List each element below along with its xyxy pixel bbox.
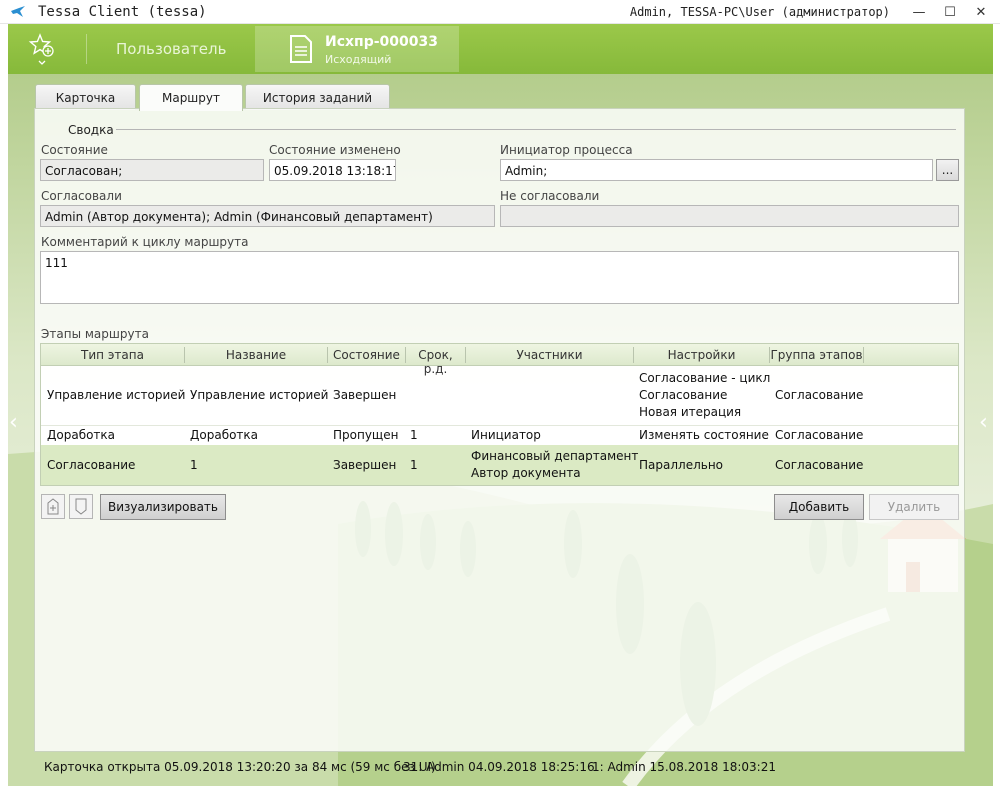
maximize-button[interactable]: ☐ xyxy=(935,0,965,24)
column-header-type[interactable]: Тип этапа xyxy=(41,348,184,362)
approved-field: Admin (Автор документа); Admin (Финансов… xyxy=(40,205,495,227)
cell-term: 1 xyxy=(410,458,418,472)
summary-section-title: Сводка xyxy=(68,123,114,137)
cell-participants: Финансовый департамент xyxy=(471,449,639,463)
document-icon xyxy=(290,35,312,63)
minimize-button[interactable]: — xyxy=(904,0,934,24)
stages-grid-header: Тип этапа Название Состояние Срок, р.д. … xyxy=(41,344,958,376)
not-approved-label: Не согласовали xyxy=(500,189,600,203)
cell-participants: Инициатор xyxy=(471,428,541,442)
document-tab[interactable]: Исхпр-000033 Исходящий xyxy=(255,26,459,72)
header-separator xyxy=(86,34,87,64)
cell-type: Согласование xyxy=(47,458,136,472)
favorites-button[interactable] xyxy=(28,32,58,68)
comment-textarea[interactable]: 111 xyxy=(40,251,959,304)
cell-settings: Изменять состояние xyxy=(639,428,769,442)
stages-grid: Тип этапа Название Состояние Срок, р.д. … xyxy=(40,343,959,486)
initiator-browse-button[interactable]: ... xyxy=(936,159,959,181)
cell-state: Завершен xyxy=(333,388,397,402)
tab-task-history[interactable]: История заданий xyxy=(245,84,390,110)
cell-name: 1 xyxy=(190,458,198,472)
table-row[interactable]: Согласование 1 Завершен 1 Финансовый деп… xyxy=(41,445,958,485)
summary-divider xyxy=(116,129,956,130)
cell-name: Управление историей xyxy=(190,388,329,402)
move-up-button[interactable] xyxy=(41,494,65,519)
cell-type: Управление историей xyxy=(47,388,186,402)
cell-settings: Новая итерация xyxy=(639,405,742,419)
tab-route[interactable]: Маршрут xyxy=(139,84,243,111)
initiator-label: Инициатор процесса xyxy=(500,143,633,157)
document-type: Исходящий xyxy=(325,53,392,66)
cell-group: Согласование xyxy=(775,428,864,442)
delete-button[interactable]: Удалить xyxy=(869,494,959,520)
status-bar: Карточка открыта 05.09.2018 13:20:20 за … xyxy=(35,755,965,779)
column-header-name[interactable]: Название xyxy=(185,348,327,362)
approved-label: Согласовали xyxy=(41,189,122,203)
initiator-field[interactable]: Admin; xyxy=(500,159,933,181)
cell-settings: Параллельно xyxy=(639,458,723,472)
state-field: Согласован; xyxy=(40,159,264,181)
cell-term: 1 xyxy=(410,428,418,442)
right-panel-arrow-icon[interactable]: ‹ xyxy=(979,410,988,435)
close-button[interactable]: ✕ xyxy=(966,0,996,24)
app-header: Пользователь Исхпр-000033 Исходящий xyxy=(8,24,993,74)
user-tab[interactable]: Пользователь xyxy=(116,40,226,58)
column-header-group[interactable]: Группа этапов xyxy=(770,348,863,362)
cell-group: Согласование xyxy=(775,458,864,472)
cell-settings: Согласование xyxy=(639,388,728,402)
move-down-icon xyxy=(75,498,87,515)
document-number: Исхпр-000033 xyxy=(325,34,438,50)
state-changed-field: 05.09.2018 13:18:17 xyxy=(269,159,396,181)
column-header-participants[interactable]: Участники xyxy=(466,348,633,362)
current-user: Admin, TESSA-PC\User (администратор) xyxy=(629,5,890,19)
visualize-button[interactable]: Визуализировать xyxy=(100,494,226,520)
add-button[interactable]: Добавить xyxy=(774,494,864,520)
move-down-button[interactable] xyxy=(69,494,93,519)
table-row[interactable]: Доработка Доработка Пропущен 1 Инициатор… xyxy=(41,425,958,445)
state-label: Состояние xyxy=(41,143,108,157)
version-status-1: 31: Admin 04.09.2018 18:25:16 xyxy=(403,760,595,774)
card-opened-status: Карточка открыта 05.09.2018 13:20:20 за … xyxy=(44,760,436,774)
table-row[interactable]: Управление историей Управление историей … xyxy=(41,367,958,425)
cell-state: Пропущен xyxy=(333,428,399,442)
cell-group: Согласование xyxy=(775,388,864,402)
cell-name: Доработка xyxy=(190,428,259,442)
cell-state: Завершен xyxy=(333,458,397,472)
left-panel-arrow-icon[interactable]: ‹ xyxy=(9,410,18,435)
column-header-state[interactable]: Состояние xyxy=(328,348,405,362)
state-changed-label: Состояние изменено xyxy=(269,143,401,157)
window-title: Tessa Client (tessa) xyxy=(38,4,207,20)
cell-participants: Автор документа xyxy=(471,466,581,480)
version-status-2: 1: Admin 15.08.2018 18:03:21 xyxy=(592,760,776,774)
stages-label: Этапы маршрута xyxy=(41,327,149,341)
tab-card[interactable]: Карточка xyxy=(35,84,136,110)
cell-type: Доработка xyxy=(47,428,116,442)
not-approved-field xyxy=(500,205,959,227)
comment-label: Комментарий к циклу маршрута xyxy=(41,235,249,249)
star-plus-icon xyxy=(28,33,54,65)
tessa-logo-icon xyxy=(11,6,25,17)
move-up-icon xyxy=(47,498,59,515)
cell-settings: Согласование - цикл xyxy=(639,371,771,385)
column-header-settings[interactable]: Настройки xyxy=(634,348,769,362)
title-bar: Tessa Client (tessa) Admin, TESSA-PC\Use… xyxy=(0,0,1000,24)
